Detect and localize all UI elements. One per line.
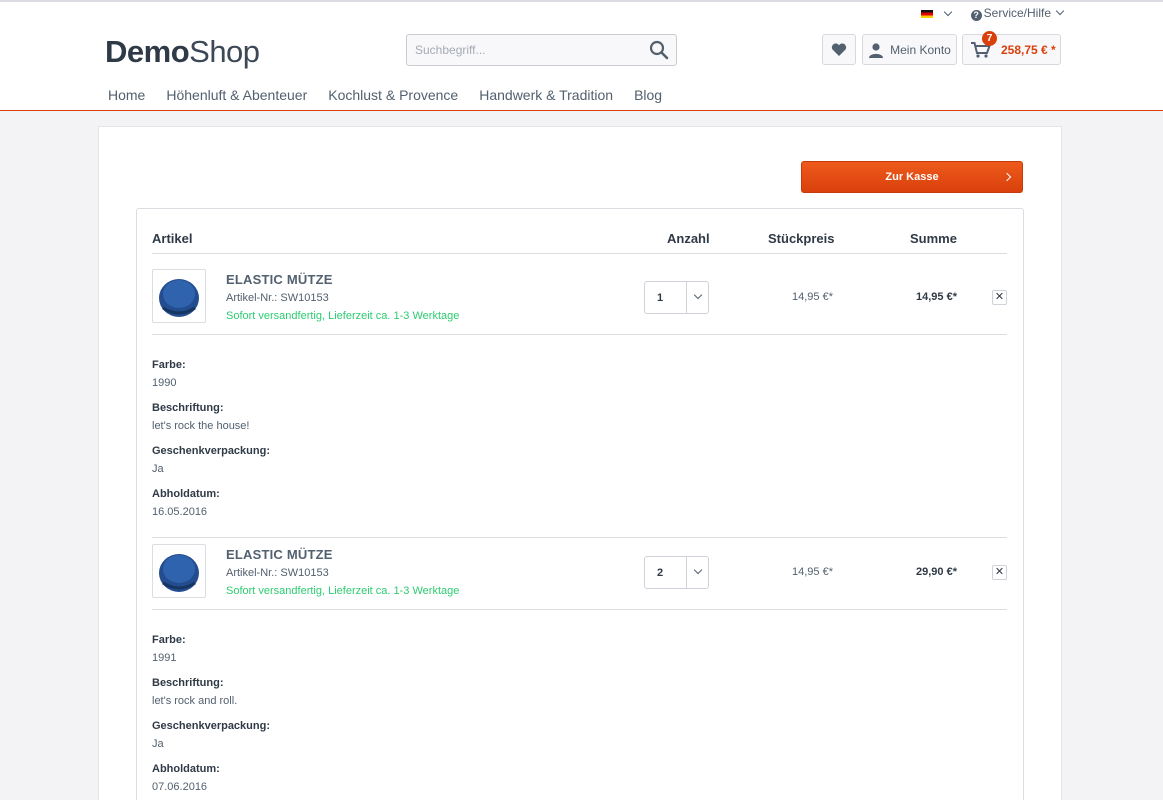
attribute-label: Farbe: (152, 634, 186, 646)
divider (686, 557, 687, 588)
service-label: Service/Hilfe (983, 6, 1051, 20)
product-name[interactable]: ELASTIC MÜTZE (226, 272, 333, 287)
attribute-label: Geschenkverpackung: (152, 720, 270, 732)
remove-item-button[interactable]: ✕ (992, 565, 1007, 580)
wishlist-button[interactable] (822, 34, 856, 65)
divider (152, 609, 1007, 610)
attribute-value: 1990 (152, 377, 177, 389)
service-menu[interactable]: ? Service/Hilfe (970, 6, 1065, 21)
logo-light-text: Shop (189, 34, 260, 69)
product-sku: Artikel-Nr.: SW10153 (226, 567, 329, 579)
nav-item-blog[interactable]: Blog (634, 87, 662, 103)
divider (686, 282, 687, 313)
product-name[interactable]: ELASTIC MÜTZE (226, 547, 333, 562)
search-icon[interactable] (648, 39, 670, 61)
quantity-select[interactable]: 2 (644, 556, 709, 589)
unit-price: 14,95 €* (792, 291, 833, 303)
nav-item-kochlust[interactable]: Kochlust & Provence (328, 87, 458, 103)
product-thumbnail[interactable] (152, 544, 206, 598)
account-button[interactable]: Mein Konto (862, 34, 957, 65)
nav-item-handwerk[interactable]: Handwerk & Tradition (479, 87, 613, 103)
chevron-down-icon (943, 7, 952, 16)
attribute-value: let's rock and roll. (152, 695, 238, 707)
attribute-value: Ja (152, 463, 164, 475)
line-total: 14,95 €* (916, 291, 957, 303)
question-icon: ? (970, 10, 982, 21)
remove-item-button[interactable]: ✕ (992, 290, 1007, 305)
line-total: 29,90 €* (916, 566, 957, 578)
attribute-label: Farbe: (152, 359, 186, 371)
attribute-value: Ja (152, 738, 164, 750)
column-header-sum: Summe (910, 231, 957, 246)
top-bar: ? Service/Hilfe (920, 6, 1065, 21)
beanie-icon (159, 279, 199, 317)
attribute-value: 16.05.2016 (152, 506, 208, 518)
attribute-label: Geschenkverpackung: (152, 445, 270, 457)
chevron-down-icon (1055, 6, 1065, 16)
column-header-unit-price: Stückpreis (768, 231, 835, 246)
column-header-article: Artikel (152, 231, 193, 246)
cart-count-badge: 7 (982, 31, 997, 46)
cart-button[interactable]: 7 258,75 € * (962, 31, 1061, 65)
attribute-label: Abholdatum: (152, 763, 220, 775)
cart-amount: 258,75 € * (1001, 42, 1056, 57)
attribute-value: 1991 (152, 652, 177, 664)
chevron-right-icon (1002, 172, 1012, 182)
shipping-info: Sofort versandfertig, Lieferzeit ca. 1-3… (226, 585, 460, 597)
shop-logo[interactable]: DemoShop (105, 34, 260, 70)
column-header-quantity: Anzahl (667, 231, 710, 246)
nav-item-home[interactable]: Home (108, 87, 145, 103)
heart-icon (831, 42, 847, 56)
quantity-value: 1 (657, 292, 664, 304)
unit-price: 14,95 €* (792, 566, 833, 578)
attribute-label: Beschriftung: (152, 677, 224, 689)
german-flag-icon (920, 10, 933, 19)
user-icon (869, 42, 884, 58)
attribute-value: 07.06.2016 (152, 781, 208, 793)
nav-item-hoehenluft[interactable]: Höhenluft & Abenteuer (166, 87, 307, 103)
main-navigation: Home Höhenluft & Abenteuer Kochlust & Pr… (108, 87, 662, 103)
attribute-label: Abholdatum: (152, 488, 220, 500)
checkout-label: Zur Kasse (885, 171, 939, 183)
beanie-icon (159, 554, 199, 592)
chevron-down-icon (693, 290, 703, 300)
divider (152, 253, 1007, 254)
divider (152, 537, 1007, 538)
attribute-value: let's rock the house! (152, 420, 250, 432)
logo-bold-text: Demo (105, 34, 190, 69)
account-label: Mein Konto (890, 42, 951, 57)
search-bar (406, 34, 677, 66)
language-switcher[interactable] (920, 7, 952, 21)
shipping-info: Sofort versandfertig, Lieferzeit ca. 1-3… (226, 310, 460, 322)
attribute-label: Beschriftung: (152, 402, 224, 414)
search-input[interactable] (407, 35, 637, 65)
quantity-value: 2 (657, 567, 664, 579)
quantity-select[interactable]: 1 (644, 281, 709, 314)
checkout-button[interactable]: Zur Kasse (801, 161, 1023, 193)
product-sku: Artikel-Nr.: SW10153 (226, 292, 329, 304)
divider (152, 334, 1007, 335)
product-thumbnail[interactable] (152, 269, 206, 323)
chevron-down-icon (693, 565, 703, 575)
